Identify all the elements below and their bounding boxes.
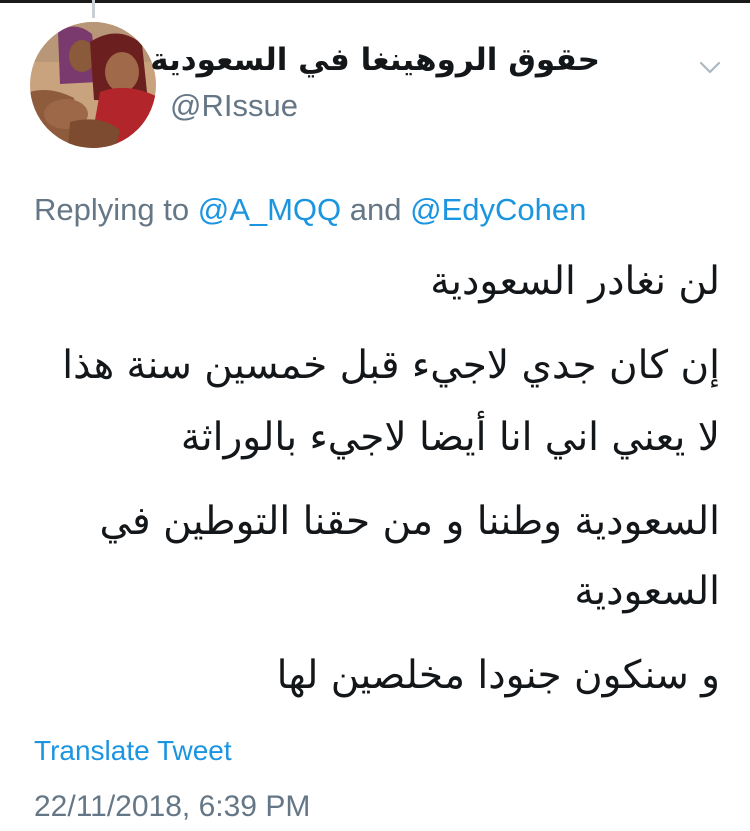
- chevron-down-icon[interactable]: [698, 58, 722, 76]
- translate-tweet-link[interactable]: Translate Tweet: [34, 735, 232, 767]
- tweet-text-line: لن نغادر السعودية: [430, 259, 720, 304]
- tweet-text-line: لا يعني اني انا أيضا لاجيء بالوراثة: [180, 415, 720, 460]
- replying-to-label: Replying to: [34, 192, 190, 227]
- replying-to-joiner: and: [349, 192, 402, 227]
- author-handle[interactable]: @RIssue: [170, 88, 298, 124]
- replying-to: Replying to @A_MQQ and @EdyCohen: [34, 192, 586, 228]
- author-display-name[interactable]: حقوق الروهينغا في السعودية: [150, 42, 600, 78]
- thread-connector: [92, 0, 95, 18]
- top-divider: [0, 0, 750, 3]
- tweet-text-line: السعودية وطننا و من حقنا التوطين في: [99, 499, 720, 544]
- tweet-text-line: السعودية: [574, 569, 720, 614]
- tweet-text-line: و سنكون جنودا مخلصين لها: [276, 653, 720, 698]
- mention-link[interactable]: @EdyCohen: [410, 192, 586, 227]
- mention-link[interactable]: @A_MQQ: [198, 192, 341, 227]
- tweet-text-line: إن كان جدي لاجيء قبل خمسين سنة هذا: [62, 343, 720, 388]
- avatar-photo: [30, 22, 156, 148]
- avatar[interactable]: [30, 22, 156, 148]
- tweet-timestamp[interactable]: 22/11/2018, 6:39 PM: [34, 790, 310, 824]
